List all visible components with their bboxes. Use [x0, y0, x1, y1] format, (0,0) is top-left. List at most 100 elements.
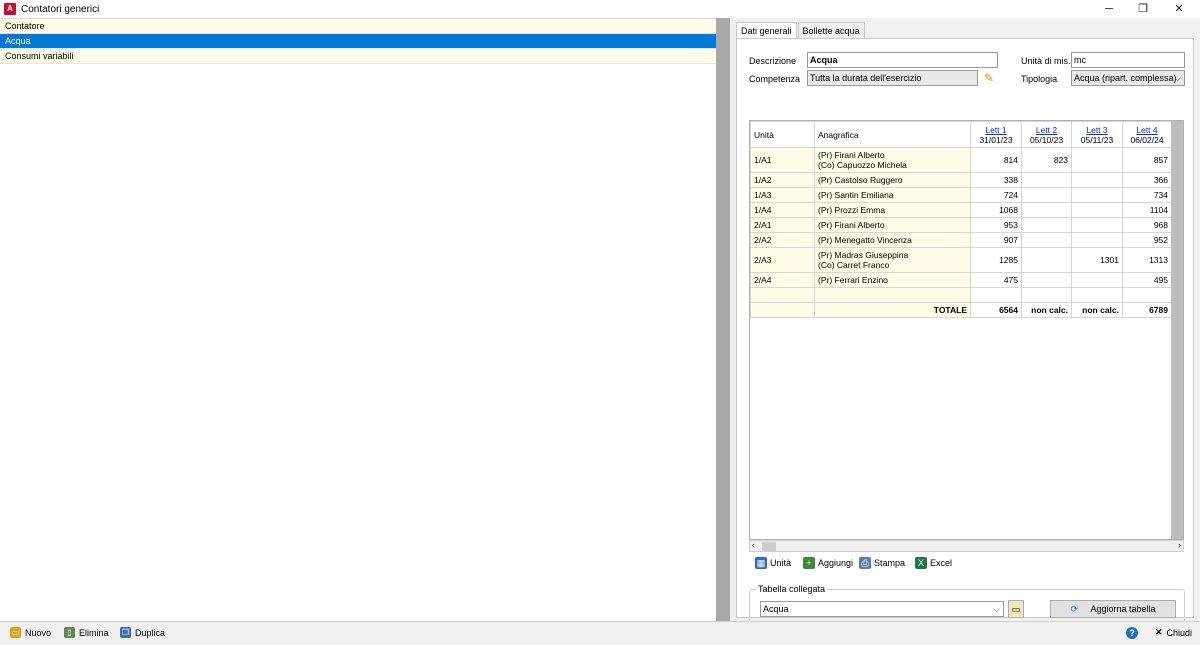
- col-header-lett-4[interactable]: Lett 4 06/02/24: [1122, 121, 1172, 148]
- reading-cell[interactable]: [1122, 287, 1172, 303]
- col-header-lett-2[interactable]: Lett 2 05/10/23: [1021, 121, 1072, 148]
- reading-cell[interactable]: [1021, 232, 1072, 248]
- anagrafica-cell[interactable]: (Pr) Madras Giuseppina (Co) Carret Franco: [814, 247, 971, 273]
- lett-3-link[interactable]: Lett 3: [1075, 125, 1119, 135]
- reading-cell[interactable]: 1285: [970, 247, 1022, 273]
- reading-cell[interactable]: [1021, 272, 1072, 288]
- lett-1-link[interactable]: Lett 1: [974, 125, 1018, 135]
- reading-cell[interactable]: [1071, 232, 1123, 248]
- table-row[interactable]: 1/A4 (Pr) Prozzi Emma 1068 1104: [750, 202, 1172, 218]
- anagrafica-cell[interactable]: (Pr) Firani Alberto (Co) Capuozzo Michela: [814, 147, 971, 173]
- scroll-thumb[interactable]: [762, 542, 776, 551]
- col-header-lett-1[interactable]: Lett 1 31/01/23: [970, 121, 1022, 148]
- anagrafica-cell[interactable]: (Pr) Prozzi Emma: [814, 202, 971, 218]
- reading-cell[interactable]: 1104: [1122, 202, 1172, 218]
- reading-cell[interactable]: [1071, 172, 1123, 188]
- reading-cell[interactable]: 1068: [970, 202, 1022, 218]
- col-header-anagrafica[interactable]: Anagrafica: [814, 121, 971, 148]
- unit-cell[interactable]: 2/A1: [750, 217, 815, 233]
- reading-cell[interactable]: [1021, 202, 1072, 218]
- reading-cell[interactable]: 823: [1021, 147, 1072, 173]
- unit-cell[interactable]: 1/A4: [750, 202, 815, 218]
- reading-cell[interactable]: 734: [1122, 187, 1172, 203]
- scroll-left-icon[interactable]: ‹: [752, 540, 755, 550]
- table-row[interactable]: 1/A2 (Pr) Castolso Ruggero 338 366: [750, 172, 1172, 188]
- reading-cell[interactable]: [1071, 217, 1123, 233]
- table-row[interactable]: 2/A3 (Pr) Madras Giuseppina (Co) Carret F…: [750, 247, 1172, 273]
- unit-cell[interactable]: 1/A1: [750, 147, 815, 173]
- scroll-right-icon[interactable]: ›: [1178, 540, 1181, 550]
- elimina-button[interactable]: ▯ Elimina: [64, 627, 109, 638]
- reading-cell[interactable]: 814: [970, 147, 1022, 173]
- reading-cell[interactable]: [1021, 287, 1072, 303]
- anagrafica-cell[interactable]: (Pr) Ferrari Enzino: [814, 272, 971, 288]
- reading-cell[interactable]: [1021, 187, 1072, 203]
- list-item-acqua[interactable]: Acqua: [0, 34, 716, 49]
- table-row[interactable]: 1/A1 (Pr) Firani Alberto (Co) Capuozzo Mi…: [750, 147, 1172, 173]
- reading-cell[interactable]: [970, 287, 1022, 303]
- table-row[interactable]: 2/A1 (Pr) Firani Alberto 953 968: [750, 217, 1172, 233]
- excel-button[interactable]: X Excel: [915, 557, 952, 569]
- table-row[interactable]: 1/A3 (Pr) Santin Emiliana 724 734: [750, 187, 1172, 203]
- anagrafica-cell[interactable]: (Pr) Menegatto Vincenza: [814, 232, 971, 248]
- stampa-button[interactable]: ⎙ Stampa: [859, 557, 905, 569]
- unit-cell[interactable]: 1/A2: [750, 172, 815, 188]
- lett-2-link[interactable]: Lett 2: [1025, 125, 1068, 135]
- close-button[interactable]: ✕: [1162, 0, 1196, 18]
- anagrafica-cell[interactable]: (Pr) Firani Alberto: [814, 217, 971, 233]
- restore-button[interactable]: ❐: [1126, 0, 1160, 18]
- unit-cell[interactable]: 2/A4: [750, 272, 815, 288]
- horizontal-scrollbar[interactable]: ‹ ›: [749, 540, 1184, 552]
- tab-dati-generali[interactable]: Dati generali: [736, 22, 797, 39]
- vertical-scrollbar[interactable]: [1171, 121, 1183, 539]
- folder-icon[interactable]: ▭: [1008, 600, 1024, 618]
- reading-cell[interactable]: 1313: [1122, 247, 1172, 273]
- list-item-consumi-variabili[interactable]: Consumi variabili: [0, 49, 716, 64]
- unit-cell[interactable]: [750, 287, 815, 303]
- unita-button[interactable]: ▦ Unità: [755, 557, 791, 569]
- reading-cell[interactable]: 857: [1122, 147, 1172, 173]
- descrizione-field[interactable]: Acqua: [807, 52, 998, 68]
- reading-cell[interactable]: 366: [1122, 172, 1172, 188]
- reading-cell[interactable]: [1071, 187, 1123, 203]
- duplica-button[interactable]: ❐ Duplica: [120, 627, 165, 638]
- anagrafica-cell[interactable]: (Pr) Castolso Ruggero: [814, 172, 971, 188]
- pencil-edit-icon[interactable]: ✎: [981, 70, 997, 86]
- linked-table-select[interactable]: Acqua ⌵: [760, 601, 1004, 617]
- reading-cell[interactable]: 1301: [1071, 247, 1123, 273]
- list-header[interactable]: Contatore: [0, 19, 716, 34]
- reading-cell[interactable]: [1021, 247, 1072, 273]
- aggiungi-button[interactable]: + Aggiungi: [803, 557, 853, 569]
- lett-4-link[interactable]: Lett 4: [1126, 125, 1168, 135]
- aggiorna-tabella-button[interactable]: ⟳ Aggiorna tabella: [1050, 600, 1176, 618]
- tipologia-select[interactable]: Acqua (ripart. complessa) ⌵: [1071, 70, 1185, 86]
- reading-cell[interactable]: 907: [970, 232, 1022, 248]
- help-button[interactable]: ?: [1126, 627, 1138, 639]
- reading-cell[interactable]: [1071, 202, 1123, 218]
- unit-cell[interactable]: 2/A3: [750, 247, 815, 273]
- chiudi-button[interactable]: ✕ Chiudi: [1155, 627, 1192, 638]
- anagrafica-cell[interactable]: [814, 287, 971, 303]
- pane-splitter[interactable]: [716, 18, 730, 621]
- table-row[interactable]: 2/A2 (Pr) Menegatto Vincenza 907 952: [750, 232, 1172, 248]
- unit-cell[interactable]: 2/A2: [750, 232, 815, 248]
- reading-cell[interactable]: 495: [1122, 272, 1172, 288]
- table-row[interactable]: 2/A4 (Pr) Ferrari Enzino 475 495: [750, 272, 1172, 288]
- reading-cell[interactable]: 475: [970, 272, 1022, 288]
- unit-cell[interactable]: 1/A3: [750, 187, 815, 203]
- reading-cell[interactable]: 952: [1122, 232, 1172, 248]
- reading-cell[interactable]: 953: [970, 217, 1022, 233]
- nuovo-button[interactable]: ▭ Nuovo: [10, 627, 51, 638]
- col-header-unita[interactable]: Unità: [750, 121, 815, 148]
- col-header-lett-3[interactable]: Lett 3 05/11/23: [1071, 121, 1123, 148]
- reading-cell[interactable]: [1071, 147, 1123, 173]
- reading-cell[interactable]: 968: [1122, 217, 1172, 233]
- reading-cell[interactable]: 338: [970, 172, 1022, 188]
- empty-row[interactable]: [750, 287, 1172, 303]
- anagrafica-cell[interactable]: (Pr) Santin Emiliana: [814, 187, 971, 203]
- unita-mis-field[interactable]: mc: [1071, 52, 1185, 68]
- reading-cell[interactable]: [1071, 272, 1123, 288]
- minimize-button[interactable]: ─: [1092, 0, 1126, 18]
- tab-bollette-acqua[interactable]: Bollette acqua: [797, 22, 865, 38]
- competenza-field[interactable]: Tutta la durata dell'esercizio: [807, 70, 978, 86]
